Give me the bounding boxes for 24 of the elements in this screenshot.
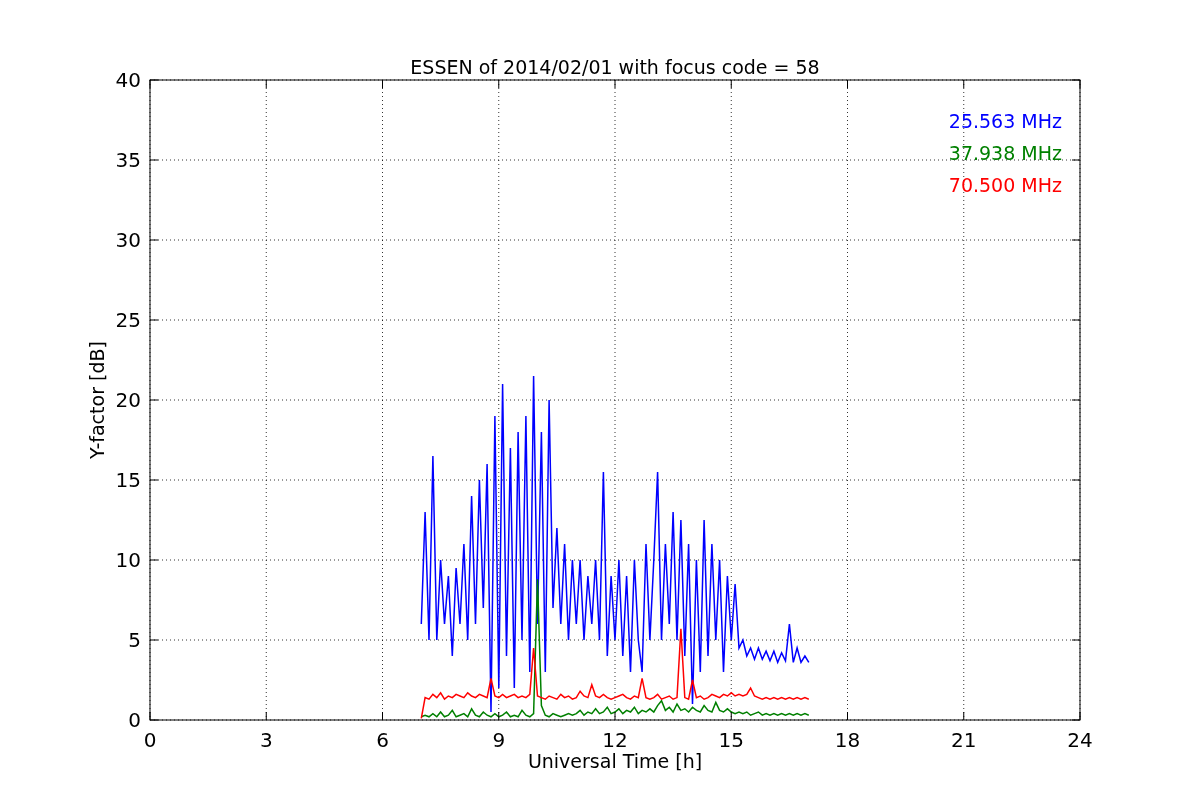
chart-title: ESSEN of 2014/02/01 with focus code = 58 xyxy=(410,56,820,78)
tick-label: 15 xyxy=(718,728,744,752)
tick-label: 21 xyxy=(951,728,977,752)
tick-label: 15 xyxy=(115,468,141,492)
tick-label: 20 xyxy=(115,388,141,412)
tick-label: 0 xyxy=(143,728,157,752)
legend-label: 37.938 MHz xyxy=(948,142,1062,164)
tick-label: 9 xyxy=(492,728,506,752)
tick-label: 35 xyxy=(115,148,141,172)
tick-label: 5 xyxy=(128,628,141,652)
tick-label: 12 xyxy=(602,728,628,752)
tick-label: 18 xyxy=(834,728,861,752)
tick-label: 24 xyxy=(1067,728,1093,752)
tick-label: 0 xyxy=(128,708,141,732)
tick-label: 40 xyxy=(115,68,141,92)
x-axis-label: Universal Time [h] xyxy=(527,750,703,772)
legend-label: 25.563 MHz xyxy=(948,110,1062,132)
y-axis-label: Y-factor [dB] xyxy=(86,341,108,459)
legend-label: 70.500 MHz xyxy=(948,174,1062,196)
tick-label: 25 xyxy=(115,308,141,332)
tick-label: 10 xyxy=(115,548,141,572)
tick-label: 30 xyxy=(115,228,141,252)
tick-label: 6 xyxy=(376,728,389,752)
tick-label: 3 xyxy=(259,728,273,752)
